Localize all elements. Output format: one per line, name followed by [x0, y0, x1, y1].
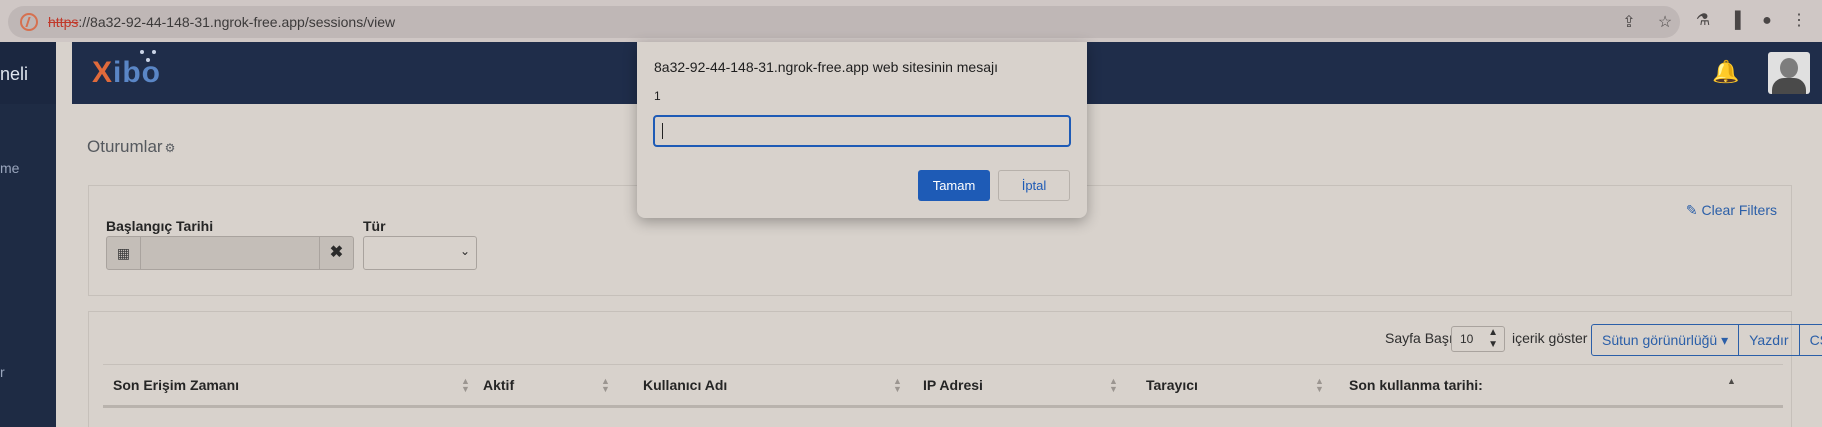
- dialog-message: 1: [654, 89, 661, 103]
- sort-icon[interactable]: ▲ ▼: [461, 377, 470, 394]
- sidebar-header: neli: [0, 42, 56, 104]
- chevron-down-icon: ⌄: [459, 244, 470, 258]
- page-title: Oturumlar ⚙: [87, 137, 176, 156]
- column-expiry-date[interactable]: Son kullanma tarihi:: [1349, 365, 1483, 405]
- text-cursor: [662, 123, 663, 139]
- sidebar-title: neli: [0, 64, 29, 84]
- column-visibility-button[interactable]: Sütun görünürlüğü ▾: [1591, 324, 1740, 356]
- sidebar: neli me r: [0, 42, 56, 427]
- print-button[interactable]: Yazdır: [1738, 324, 1800, 356]
- type-label: Tür: [363, 218, 386, 234]
- menu-kebab-icon[interactable]: ⋮: [1790, 12, 1808, 30]
- sort-icon[interactable]: ▲ ▼: [1315, 377, 1324, 394]
- side-panel-icon[interactable]: ▐: [1726, 12, 1744, 30]
- start-date-label: Başlangıç Tarihi: [106, 218, 214, 234]
- user-avatar[interactable]: [1768, 52, 1810, 94]
- type-select[interactable]: ⌄: [363, 236, 477, 270]
- column-ip-address[interactable]: IP Adresi: [923, 365, 983, 405]
- sessions-table-panel: Sayfa Başı 10 ▲ ▼ içerik göster Sütun görü…: [88, 311, 1822, 427]
- column-browser[interactable]: Tarayıcı: [1146, 365, 1198, 405]
- csv-button[interactable]: CSV: [1798, 324, 1822, 356]
- table-buttons: Sütun görünürlüğü ▾ Yazdır CSV: [1591, 324, 1822, 356]
- eraser-icon: ✎: [1685, 202, 1698, 218]
- site-info-icon[interactable]: [20, 13, 38, 31]
- ok-button[interactable]: Tamam: [918, 170, 990, 201]
- select-arrows-icon: ▲ ▼: [1488, 327, 1498, 350]
- column-last-accessed[interactable]: Son Erişim Zamanı: [113, 365, 239, 405]
- address-bar[interactable]: https://8a32-92-44-148-31.ngrok-free.app…: [8, 6, 1680, 38]
- notification-bell-icon[interactable]: 🔔: [1712, 60, 1739, 84]
- column-username[interactable]: Kullanıcı Adı: [643, 365, 727, 405]
- clear-date-icon[interactable]: ✖: [319, 237, 353, 269]
- per-page-label: Sayfa Başı: [1385, 330, 1453, 346]
- sort-icon[interactable]: ▲ ▼: [601, 377, 610, 394]
- profile-icon[interactable]: ●: [1758, 12, 1776, 30]
- page-length-select[interactable]: 10 ▲ ▼: [1451, 326, 1505, 352]
- url-scheme: https: [48, 14, 79, 30]
- show-entries-label: içerik göster: [1512, 330, 1588, 346]
- sort-asc-icon[interactable]: ▲: [1727, 377, 1736, 393]
- sort-icon[interactable]: ▲ ▼: [1109, 377, 1118, 394]
- dialog-text-input[interactable]: [653, 115, 1071, 147]
- extension-flask-icon[interactable]: ⚗: [1694, 12, 1712, 30]
- url-text[interactable]: https://8a32-92-44-148-31.ngrok-free.app…: [48, 14, 395, 30]
- share-icon[interactable]: ⇪: [1620, 14, 1638, 32]
- clear-filters-link[interactable]: ✎ Clear Filters: [1686, 202, 1777, 219]
- bookmark-star-icon[interactable]: ☆: [1656, 14, 1674, 32]
- table-header: Son Erişim Zamanı ▲ ▼ Aktif ▲ ▼ Kullanıcı …: [103, 364, 1783, 408]
- browser-toolbar: https://8a32-92-44-148-31.ngrok-free.app…: [0, 0, 1822, 42]
- sidebar-item[interactable]: r: [0, 364, 5, 380]
- calendar-icon[interactable]: ▦: [107, 237, 141, 269]
- prompt-dialog: 8a32-92-44-148-31.ngrok-free.app web sit…: [637, 42, 1087, 218]
- logo-dots-icon: [138, 50, 158, 64]
- gear-icon[interactable]: ⚙: [165, 141, 176, 155]
- column-active[interactable]: Aktif: [483, 365, 514, 405]
- sidebar-item[interactable]: me: [0, 160, 19, 176]
- url-path: ://8a32-92-44-148-31.ngrok-free.app/sess…: [78, 14, 396, 30]
- sort-icon[interactable]: ▲ ▼: [893, 377, 902, 394]
- cancel-button[interactable]: İptal: [998, 170, 1070, 201]
- dialog-title: 8a32-92-44-148-31.ngrok-free.app web sit…: [654, 59, 998, 75]
- start-date-input[interactable]: ▦ ✖: [106, 236, 354, 270]
